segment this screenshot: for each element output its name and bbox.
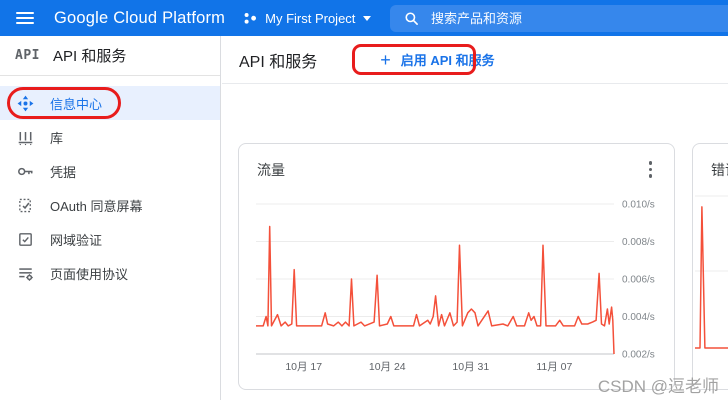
errors-chart xyxy=(693,144,728,391)
sidebar: API API 和服务 信息中心 xyxy=(0,36,221,400)
search-bar[interactable] xyxy=(390,5,728,32)
traffic-card: 0.010/s 0.008/s 0.006/s 0.004/s 0.002/s 10月 1… xyxy=(238,143,675,390)
svg-text:0.002/s: 0.002/s xyxy=(622,350,655,361)
key-icon xyxy=(17,163,34,180)
errors-card-title: 错误 xyxy=(711,160,728,180)
svg-text:10月 17: 10月 17 xyxy=(285,361,322,373)
sidebar-item-dashboard[interactable]: 信息中心 xyxy=(0,86,220,120)
library-icon xyxy=(17,129,34,146)
domain-verify-icon xyxy=(17,231,34,248)
svg-text:11月 07: 11月 07 xyxy=(536,361,572,373)
header-divider xyxy=(222,83,728,84)
search-icon xyxy=(404,11,419,26)
menu-hamburger-icon[interactable] xyxy=(16,12,34,24)
main-header: API 和服务 + 启用 API 和服务 xyxy=(222,36,728,83)
sidebar-item-label: OAuth 同意屏幕 xyxy=(50,196,142,215)
svg-text:10月 31: 10月 31 xyxy=(452,361,489,373)
enable-api-button[interactable]: + 启用 API 和服务 xyxy=(380,50,494,69)
dashboard-icon xyxy=(17,95,34,112)
project-dots-icon xyxy=(243,11,258,26)
sidebar-item-library[interactable]: 库 xyxy=(0,120,220,154)
sidebar-item-label: 凭据 xyxy=(50,162,76,181)
errors-card: 错误 xyxy=(692,143,728,390)
traffic-chart: 0.010/s 0.008/s 0.006/s 0.004/s 0.002/s 10月 1… xyxy=(239,144,676,391)
plus-icon: + xyxy=(380,51,391,69)
traffic-card-title: 流量 xyxy=(257,160,285,180)
svg-text:0.008/s: 0.008/s xyxy=(622,237,655,248)
caret-down-icon xyxy=(363,16,371,21)
top-app-bar: Google Cloud Platform My First Project xyxy=(0,0,728,36)
gcp-logo[interactable]: Google Cloud Platform xyxy=(54,9,225,28)
svg-text:10月 24: 10月 24 xyxy=(369,361,406,373)
sidebar-item-label: 页面使用协议 xyxy=(50,264,128,283)
sidebar-header: API API 和服务 xyxy=(0,36,220,76)
sidebar-item-label: 信息中心 xyxy=(50,94,102,113)
sidebar-nav: 信息中心 库 xyxy=(0,76,220,290)
svg-text:0.010/s: 0.010/s xyxy=(622,200,655,211)
sidebar-item-label: 网域验证 xyxy=(50,230,102,249)
api-product-icon: API xyxy=(15,48,40,63)
sidebar-item-oauth-consent[interactable]: OAuth 同意屏幕 xyxy=(0,188,220,222)
svg-text:0.004/s: 0.004/s xyxy=(622,312,655,323)
page-title: API 和服务 xyxy=(239,48,317,72)
sidebar-item-page-usage-agreements[interactable]: 页面使用协议 xyxy=(0,256,220,290)
project-name: My First Project xyxy=(265,11,355,26)
sidebar-item-domain-verification[interactable]: 网域验证 xyxy=(0,222,220,256)
sidebar-title: API 和服务 xyxy=(53,45,126,66)
sidebar-item-label: 库 xyxy=(50,128,63,147)
watermark: CSDN @逗老师 xyxy=(598,372,719,397)
oauth-consent-icon xyxy=(17,197,34,214)
sidebar-item-credentials[interactable]: 凭据 xyxy=(0,154,220,188)
gcp-console-page: Google Cloud Platform My First Project A… xyxy=(0,0,728,400)
project-selector[interactable]: My First Project xyxy=(243,11,371,26)
svg-text:0.006/s: 0.006/s xyxy=(622,275,655,286)
enable-api-button-label: 启用 API 和服务 xyxy=(401,50,495,69)
search-input[interactable] xyxy=(431,11,671,26)
page-agreements-icon xyxy=(17,265,34,282)
kebab-menu-icon[interactable] xyxy=(647,159,655,180)
